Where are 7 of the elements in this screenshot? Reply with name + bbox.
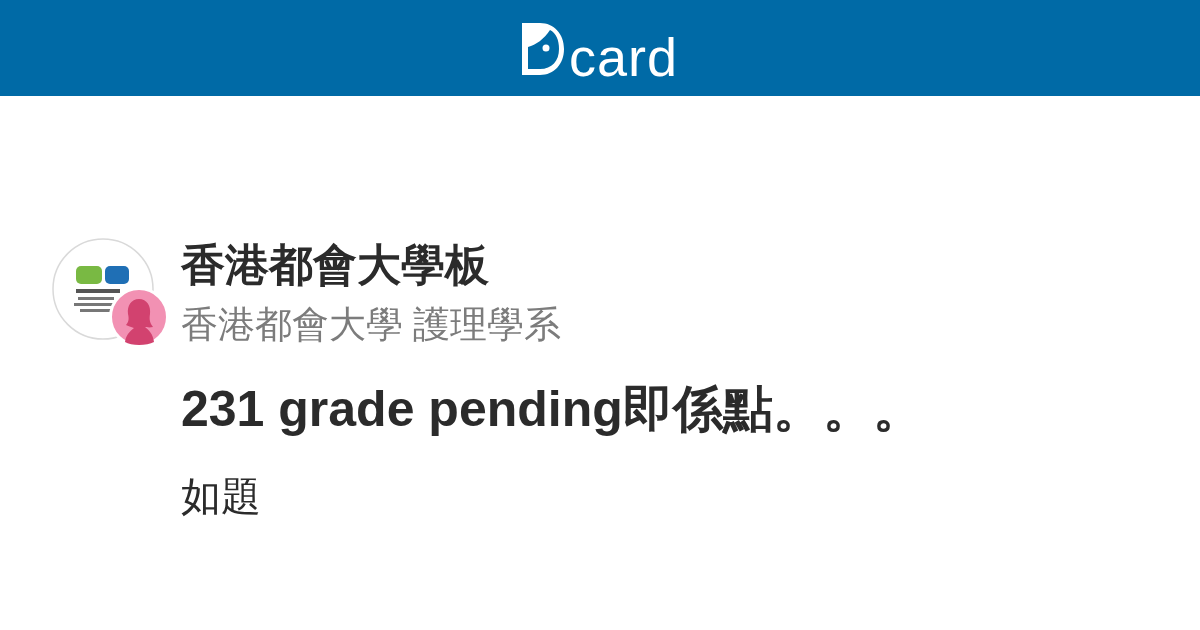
- logo-icon: [521, 23, 564, 75]
- post-title: 231 grade pending即係點。。。: [181, 380, 923, 439]
- author-name: 香港都會大學 護理學系: [181, 303, 562, 347]
- board-name: 香港都會大學板: [181, 239, 489, 291]
- post-body: 如題: [181, 473, 261, 520]
- logo-wordmark: card: [568, 30, 678, 84]
- avatar-icon: [109, 287, 169, 347]
